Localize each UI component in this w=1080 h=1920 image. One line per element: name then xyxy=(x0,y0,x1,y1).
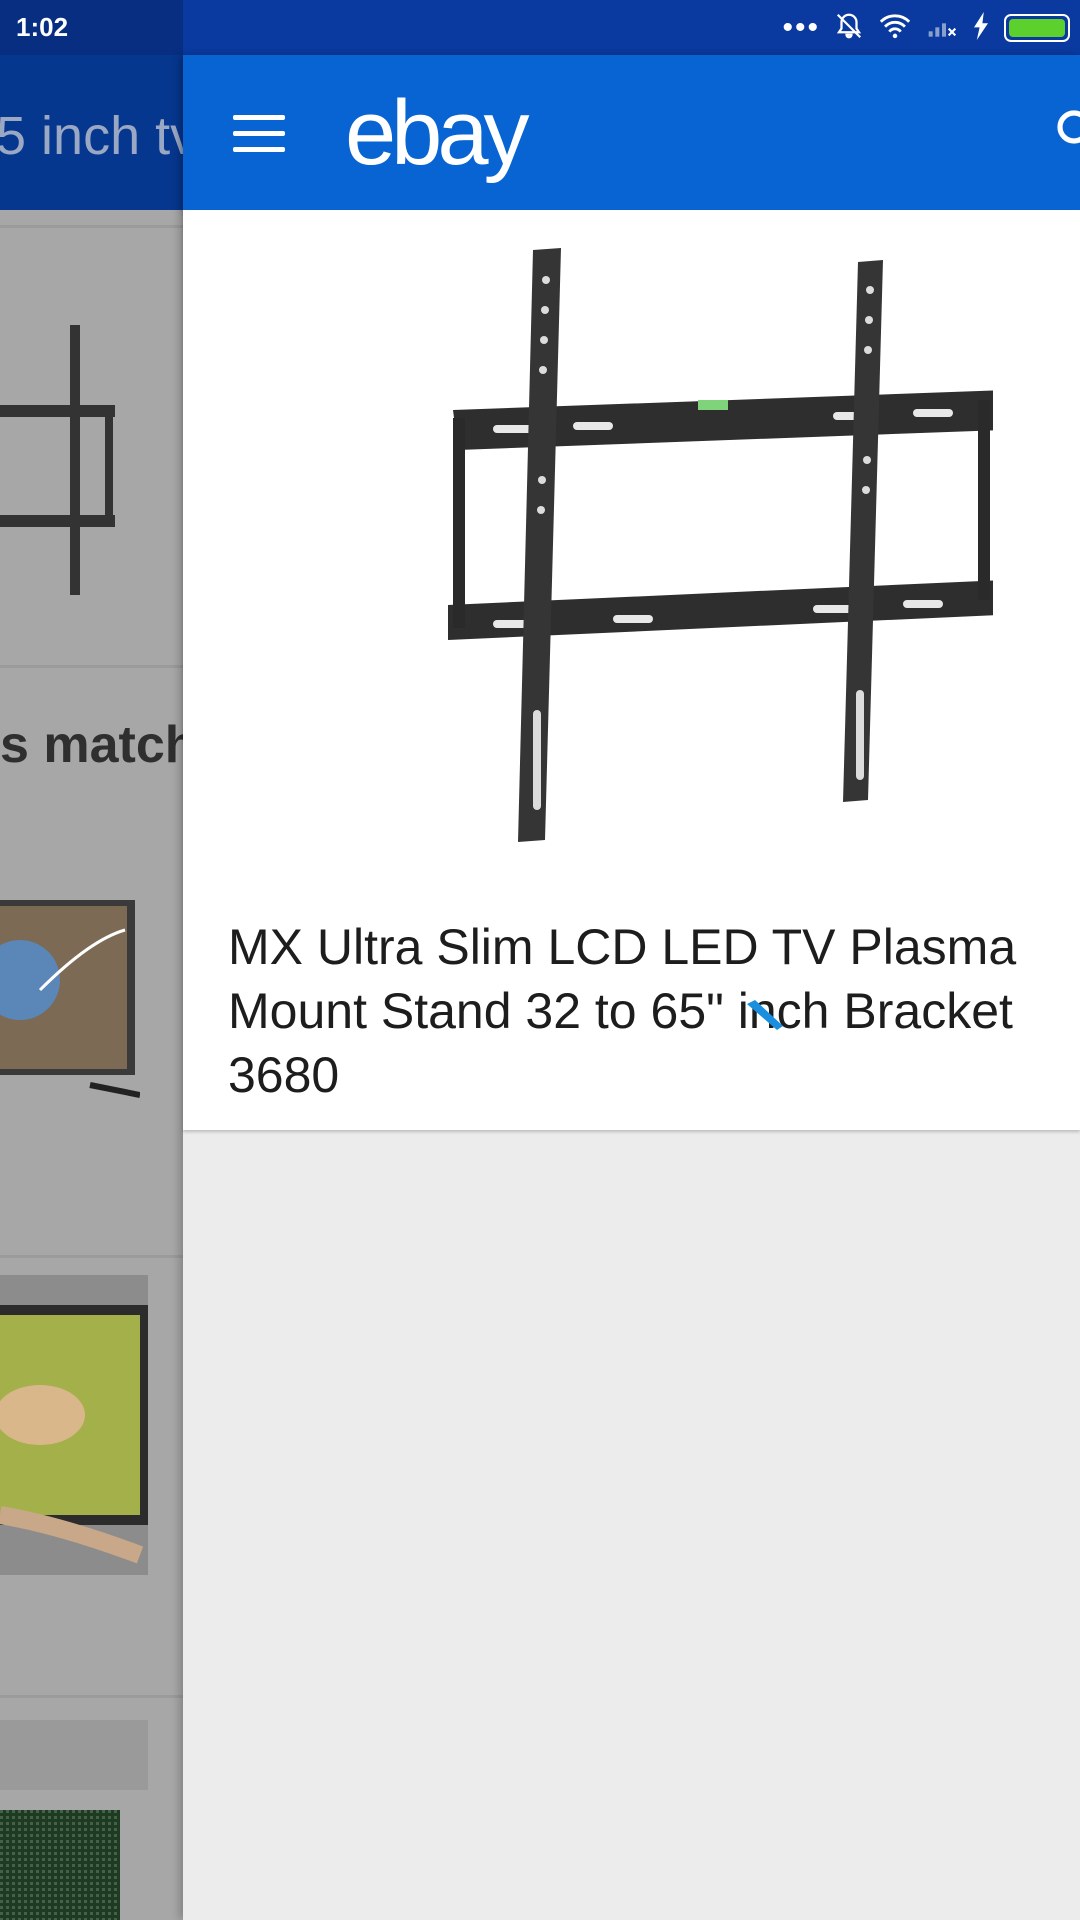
search-icon[interactable] xyxy=(1054,107,1080,155)
divider xyxy=(0,1695,183,1698)
divider xyxy=(0,1255,183,1258)
product-image[interactable] xyxy=(433,240,1008,850)
more-dots-icon: ••• xyxy=(782,11,820,44)
battery-icon xyxy=(1004,14,1070,42)
background-toolbar: 5 inch tv xyxy=(0,55,183,210)
background-query-text: 5 inch tv xyxy=(0,106,183,166)
status-bar: 1:02 ••• xyxy=(0,0,1080,55)
ebay-logo[interactable]: ebay xyxy=(345,81,529,186)
touch-cursor-icon xyxy=(745,1000,785,1030)
background-thumb-3 xyxy=(0,1720,150,1920)
divider xyxy=(0,225,183,228)
product-card[interactable]: MX Ultra Slim LCD LED TV Plasma Mount St… xyxy=(183,210,1080,1130)
menu-icon[interactable] xyxy=(233,115,285,153)
app-bar: ebay xyxy=(183,55,1080,210)
charging-icon xyxy=(972,11,990,45)
bell-muted-icon xyxy=(834,11,864,46)
background-thumb-tv-1 xyxy=(0,900,140,1100)
product-panel: ebay MX Ultra Slim LCD LED TV Plasma Mou… xyxy=(183,55,1080,1920)
background-search-results: 5 inch tv s match xyxy=(0,55,183,1920)
signal-off-icon xyxy=(926,12,958,45)
background-thumb-mount xyxy=(0,265,120,605)
status-icons: ••• xyxy=(782,8,1070,48)
divider xyxy=(0,665,183,668)
product-title[interactable]: MX Ultra Slim LCD LED TV Plasma Mount St… xyxy=(228,915,1080,1107)
wifi-icon xyxy=(878,11,912,46)
status-time: 1:02 xyxy=(16,12,69,42)
background-thumb-tv-2 xyxy=(0,1275,150,1575)
background-heading: s match xyxy=(0,716,183,774)
